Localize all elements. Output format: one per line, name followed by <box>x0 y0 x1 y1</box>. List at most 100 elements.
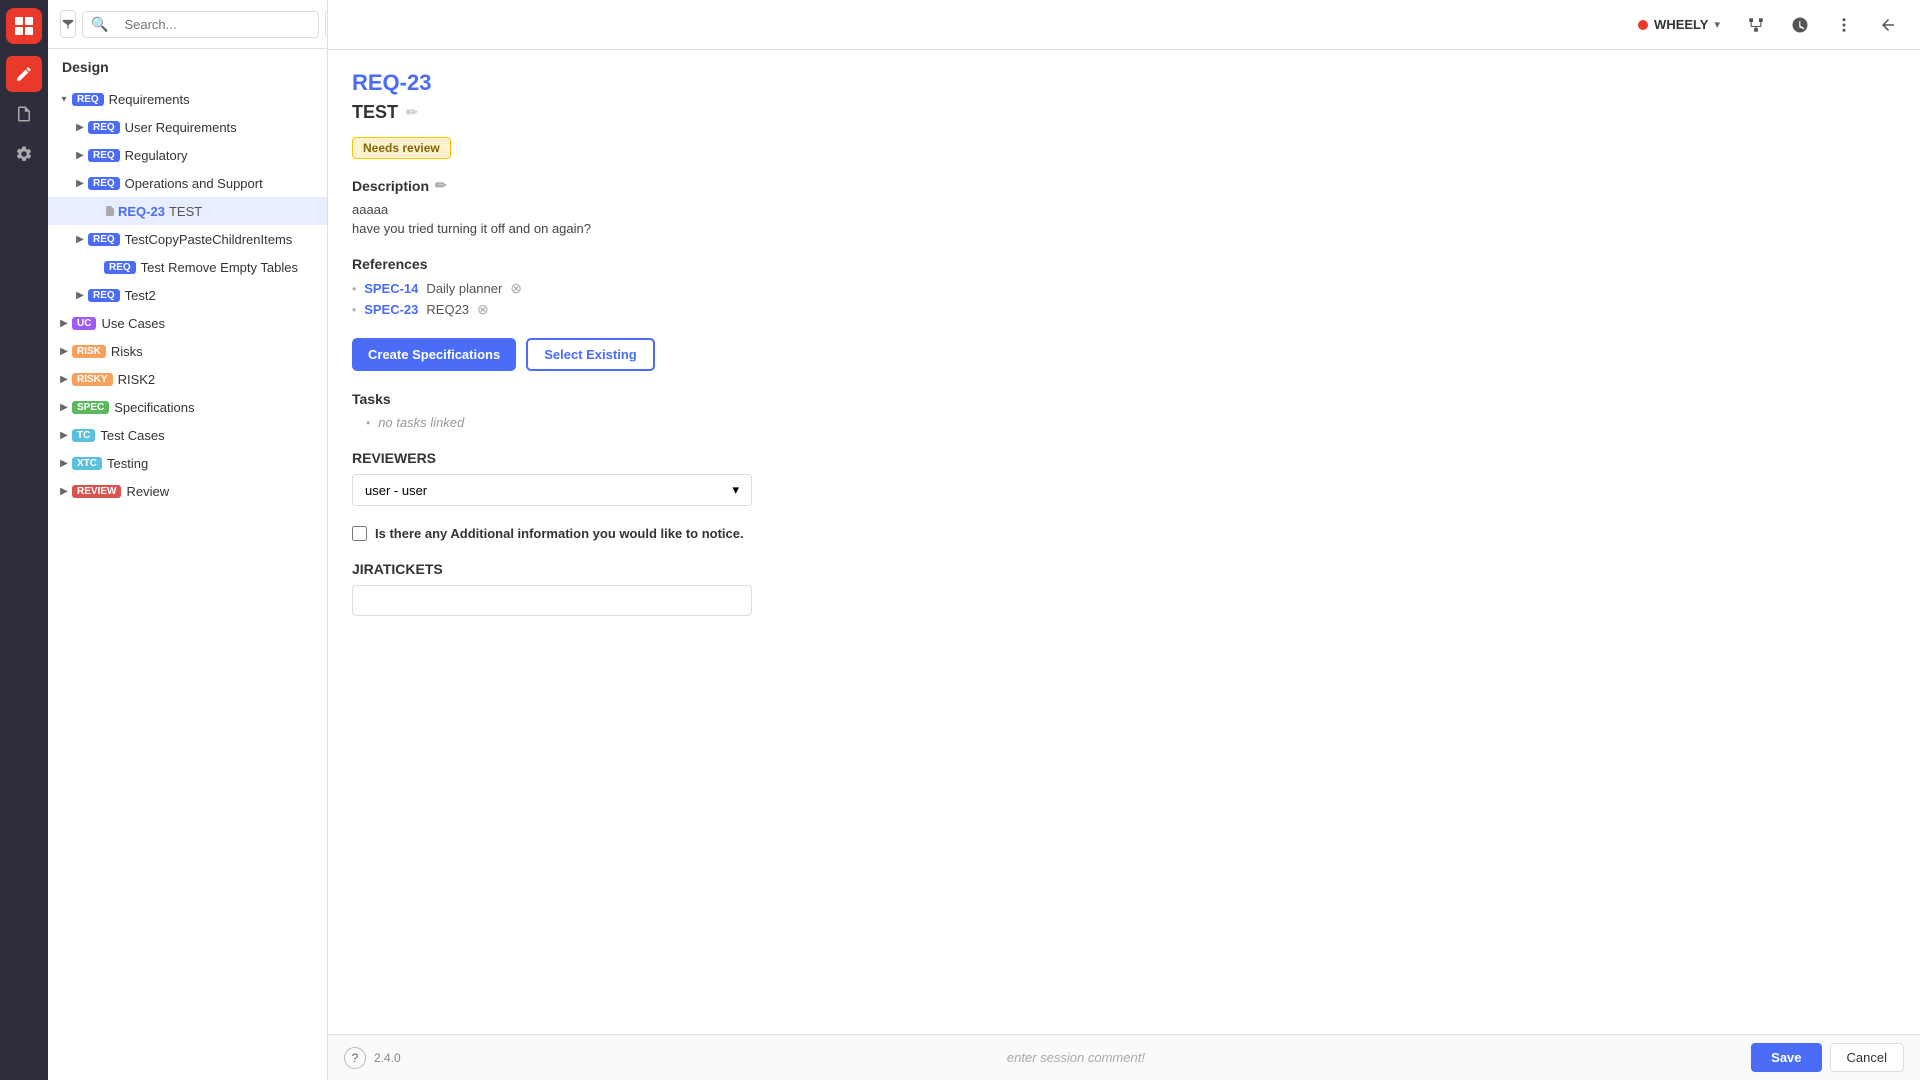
reviewers-section: REVIEWERS user - user ▾ <box>352 450 1896 506</box>
tree-label-tc: Test Cases <box>100 428 319 443</box>
user-badge[interactable]: WHEELY ▾ <box>1630 13 1728 36</box>
tree-item-review[interactable]: ▶ REVIEW Review <box>48 477 327 505</box>
tasks-section: Tasks • no tasks linked <box>352 391 1896 430</box>
session-comment-placeholder: enter session comment! <box>401 1050 1751 1065</box>
tree-item-req-ops[interactable]: ▶ REQ Operations and Support <box>48 169 327 197</box>
jira-label: JIRATICKETS <box>352 561 1896 577</box>
tree-label-req-regulatory: Regulatory <box>125 148 319 163</box>
tree-label-uc: Use Cases <box>101 316 319 331</box>
description-section: Description ✏ aaaaa have you tried turni… <box>352 177 1896 236</box>
tree-toggle-review: ▶ <box>56 483 72 499</box>
tree-label-req-remove: Test Remove Empty Tables <box>141 260 319 275</box>
tree-label-req-root: Requirements <box>109 92 319 107</box>
tree-item-risk[interactable]: ▶ RISK Risks <box>48 337 327 365</box>
additional-info-label: Is there any Additional information you … <box>375 526 744 541</box>
sidebar: 🔍 ▾ Design ▾ REQ Requirements ▶ REQ User… <box>48 0 328 1080</box>
tasks-none-text: no tasks linked <box>378 415 464 430</box>
more-options-button[interactable] <box>1828 9 1860 41</box>
article-body: REQ-23 TEST ✏ Needs review Description ✏… <box>328 50 1920 1034</box>
tree-toggle-req-root: ▾ <box>56 91 72 107</box>
search-input[interactable] <box>114 12 310 37</box>
save-button[interactable]: Save <box>1751 1043 1821 1072</box>
tree-label-spec: Specifications <box>114 400 319 415</box>
tree-badge-req-test2: REQ <box>88 289 120 302</box>
app-logo[interactable] <box>6 8 42 44</box>
filter-button[interactable] <box>60 10 76 38</box>
ref-name-spec23: REQ23 <box>426 302 469 317</box>
cancel-button[interactable]: Cancel <box>1830 1043 1904 1072</box>
tree-item-req-remove[interactable]: ▶ REQ Test Remove Empty Tables <box>48 253 327 281</box>
tree-badge-xtc: XTC <box>72 457 102 470</box>
tree-item-tc[interactable]: ▶ TC Test Cases <box>48 421 327 449</box>
tree-item-req-test2[interactable]: ▶ REQ Test2 <box>48 281 327 309</box>
ref-link-spec23[interactable]: SPEC-23 <box>364 302 418 317</box>
reviewer-dropdown-chevron: ▾ <box>732 482 739 498</box>
additional-info-checkbox-row: Is there any Additional information you … <box>352 526 1896 541</box>
references-label: References <box>352 256 1896 272</box>
history-button[interactable] <box>1784 9 1816 41</box>
references-list: • SPEC-14 Daily planner ⊗ • SPEC-23 REQ2… <box>352 280 1896 318</box>
jira-section: JIRATICKETS <box>352 561 1896 616</box>
tree-badge-req-regulatory: REQ <box>88 149 120 162</box>
title-edit-icon[interactable]: ✏ <box>406 104 418 121</box>
description-edit-icon[interactable]: ✏ <box>435 177 447 194</box>
tree-toggle-risk: ▶ <box>56 343 72 359</box>
tree-badge-req-remove: REQ <box>104 261 136 274</box>
create-specifications-button[interactable]: Create Specifications <box>352 338 516 371</box>
tree-toggle-tc: ▶ <box>56 427 72 443</box>
tree-label-req-test2: Test2 <box>125 288 319 303</box>
ref-link-spec14[interactable]: SPEC-14 <box>364 281 418 296</box>
tree-item-req-root[interactable]: ▾ REQ Requirements <box>48 85 327 113</box>
tree-toggle-req-remove: ▶ <box>88 259 104 275</box>
tree-badge-uc: UC <box>72 317 96 330</box>
tree-label-req-ops: Operations and Support <box>125 176 319 191</box>
toolbar-right: WHEELY ▾ <box>1630 9 1904 41</box>
tree-item-xtc[interactable]: ▶ XTC Testing <box>48 449 327 477</box>
ref-name-spec14: Daily planner <box>426 281 502 296</box>
tree-badge-spec: SPEC <box>72 401 109 414</box>
tasks-none-item: • no tasks linked <box>366 415 1896 430</box>
tree-toggle-uc: ▶ <box>56 315 72 331</box>
reviewer-value: user - user <box>365 483 427 498</box>
description-label: Description ✏ <box>352 177 1896 194</box>
hierarchy-button[interactable] <box>1740 9 1772 41</box>
sidebar-project-title: Design <box>48 49 327 85</box>
tree-toggle-req-ops: ▶ <box>72 175 88 191</box>
tree-toggle-risky: ▶ <box>56 371 72 387</box>
tree-item-req-23[interactable]: ▶ REQ-23 TEST <box>48 197 327 225</box>
jira-input[interactable] <box>352 585 752 616</box>
description-line-1: aaaaa <box>352 202 1896 217</box>
nav-edit[interactable] <box>6 56 42 92</box>
user-dropdown-icon: ▾ <box>1714 18 1720 31</box>
article-id: REQ-23 <box>352 70 1896 96</box>
tree-badge-req-ops: REQ <box>88 177 120 190</box>
tree-item-spec[interactable]: ▶ SPEC Specifications <box>48 393 327 421</box>
tree-item-uc[interactable]: ▶ UC Use Cases <box>48 309 327 337</box>
tasks-label: Tasks <box>352 391 1896 407</box>
tree-label-xtc: Testing <box>107 456 319 471</box>
references-section: References • SPEC-14 Daily planner ⊗ • S… <box>352 256 1896 318</box>
version-text: 2.4.0 <box>374 1051 401 1065</box>
user-name: WHEELY <box>1654 17 1708 32</box>
additional-info-checkbox[interactable] <box>352 526 367 541</box>
nav-docs[interactable] <box>6 96 42 132</box>
select-existing-button[interactable]: Select Existing <box>526 338 654 371</box>
help-icon[interactable]: ? <box>344 1047 366 1069</box>
back-button[interactable] <box>1872 9 1904 41</box>
tree-toggle-req-23: ▶ <box>88 203 104 219</box>
ref-remove-spec14[interactable]: ⊗ <box>510 280 522 297</box>
bottom-actions: Save Cancel <box>1751 1043 1904 1072</box>
tree-item-req-regulatory[interactable]: ▶ REQ Regulatory <box>48 141 327 169</box>
tree-toggle-req-regulatory: ▶ <box>72 147 88 163</box>
ref-remove-spec23[interactable]: ⊗ <box>477 301 489 318</box>
reviewer-dropdown[interactable]: user - user ▾ <box>352 474 752 506</box>
file-icon <box>104 205 116 217</box>
reference-item-spec14: • SPEC-14 Daily planner ⊗ <box>352 280 1896 297</box>
tree-item-req-testcopy[interactable]: ▶ REQ TestCopyPasteChildrenItems <box>48 225 327 253</box>
article-title: TEST <box>352 102 398 123</box>
tree-item-req-user[interactable]: ▶ REQ User Requirements <box>48 113 327 141</box>
nav-settings[interactable] <box>6 136 42 172</box>
status-badge[interactable]: Needs review <box>352 137 451 159</box>
sidebar-search-bar: 🔍 ▾ <box>48 0 327 49</box>
tree-item-risky[interactable]: ▶ RISKY RISK2 <box>48 365 327 393</box>
